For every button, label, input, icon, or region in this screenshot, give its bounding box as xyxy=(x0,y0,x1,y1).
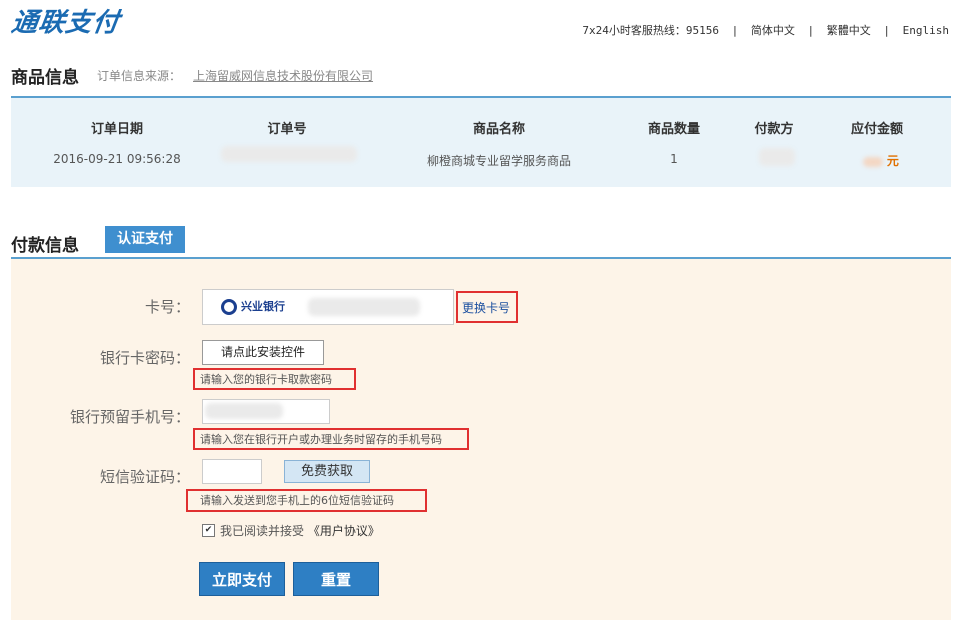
bank-name: 兴业银行 xyxy=(241,300,285,313)
col-header-order-date: 订单日期 xyxy=(90,122,143,137)
phone-redacted xyxy=(205,403,283,419)
col-header-order-number: 订单号 xyxy=(267,122,307,137)
payer-redacted xyxy=(759,148,795,166)
agree-label: 我已阅读并接受 xyxy=(220,524,305,538)
tab-auth-payment[interactable]: 认证支付 xyxy=(105,226,185,253)
card-number-redacted xyxy=(308,298,420,316)
order-date-value: 2016-09-21 09:56:28 xyxy=(53,152,181,166)
divider: | xyxy=(883,24,891,37)
amount-unit: 元 xyxy=(886,154,899,168)
product-section-title: 商品信息 xyxy=(11,68,79,88)
card-number-display: 兴业银行 xyxy=(202,289,454,325)
col-header-quantity: 商品数量 xyxy=(647,122,700,137)
divider: | xyxy=(807,24,815,37)
card-password-label: 银行卡密码： xyxy=(99,349,190,367)
card-number-label: 卡号： xyxy=(144,298,190,316)
quantity-value: 1 xyxy=(670,152,678,166)
lang-simplified-link[interactable]: 简体中文 xyxy=(751,24,795,37)
lang-traditional-link[interactable]: 繁體中文 xyxy=(827,24,871,37)
password-hint: 请输入您的银行卡取款密码 xyxy=(200,373,332,386)
lang-english-link[interactable]: English xyxy=(903,24,949,37)
agree-checkbox[interactable]: ✔ xyxy=(202,524,215,537)
bank-logo: 兴业银行 xyxy=(221,298,285,315)
reserved-phone-label: 银行预留手机号： xyxy=(69,408,190,426)
col-header-product-name: 商品名称 xyxy=(472,122,525,137)
sms-hint: 请输入发送到您手机上的6位短信验证码 xyxy=(200,494,394,507)
hotline-text: 7x24小时客服热线：95156 xyxy=(582,24,720,37)
order-source-link[interactable]: 上海留威网信息技术股份有限公司 xyxy=(193,67,373,84)
pay-now-button[interactable]: 立即支付 xyxy=(199,562,285,596)
payment-section-title: 付款信息 xyxy=(11,236,79,256)
reset-button[interactable]: 重置 xyxy=(293,562,379,596)
product-name-value: 柳橙商城专业留学服务商品 xyxy=(426,154,571,168)
sms-code-label: 短信验证码： xyxy=(99,468,190,486)
phone-hint: 请输入您在银行开户或办理业务时留存的手机号码 xyxy=(200,433,442,446)
order-source-label: 订单信息来源： xyxy=(97,69,182,83)
sms-code-input[interactable] xyxy=(202,459,262,484)
col-header-amount: 应付金额 xyxy=(850,122,903,137)
brand-logo: 通联支付 xyxy=(9,8,122,38)
get-sms-code-button[interactable]: 免费获取 xyxy=(284,460,370,483)
install-control-button[interactable]: 请点此安装控件 xyxy=(202,340,324,365)
phone-input[interactable] xyxy=(202,399,330,424)
bank-emblem-icon xyxy=(221,299,237,315)
top-nav: 7x24小时客服热线：95156 | 简体中文 | 繁體中文 | English xyxy=(582,22,949,38)
order-number-redacted xyxy=(221,146,357,162)
amount-redacted xyxy=(863,156,884,167)
divider: | xyxy=(731,24,739,37)
amount-value: 元 xyxy=(841,152,921,169)
user-agreement-link[interactable]: 《用户协议》 xyxy=(308,524,380,538)
agreement-text: 我已阅读并接受 《用户协议》 xyxy=(220,522,380,539)
col-header-payer: 付款方 xyxy=(754,122,794,137)
product-table: 订单日期 订单号 商品名称 商品数量 付款方 应付金额 2016-09-21 0… xyxy=(11,96,951,187)
change-card-link[interactable]: 更换卡号 xyxy=(462,299,510,316)
